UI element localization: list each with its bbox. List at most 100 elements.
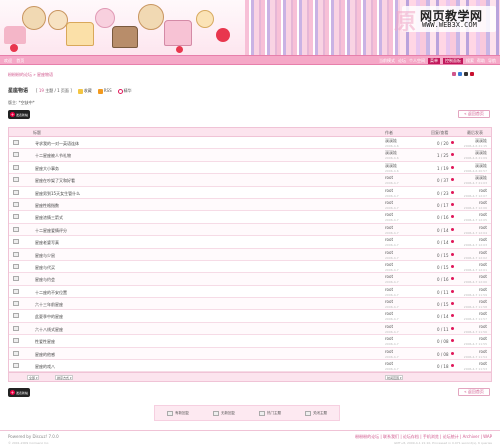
sort-select[interactable]: 排序方式 ▾ (55, 375, 74, 381)
last-poster[interactable]: root (479, 212, 487, 217)
topic-author[interactable]: root (385, 274, 393, 279)
topic-title[interactable]: 星座与少鼠 (35, 253, 55, 259)
powered-by[interactable]: Powered by Discuz! 7.0.0 (8, 434, 59, 439)
last-post-icon[interactable] (451, 326, 454, 330)
topic-author[interactable]: root (385, 361, 393, 366)
last-post-icon[interactable] (451, 351, 454, 355)
last-poster[interactable]: root (479, 225, 487, 230)
last-poster[interactable]: root (479, 311, 487, 316)
last-post-icon[interactable] (451, 227, 454, 231)
topic-title[interactable]: 星座男到15天女生管什么 (35, 191, 80, 197)
last-post-icon[interactable] (451, 240, 454, 244)
style-swatch[interactable] (470, 72, 474, 76)
topic-title[interactable]: 十二星座爱情评分 (35, 228, 67, 234)
nav-navigation[interactable]: 导航 (488, 58, 496, 64)
last-poster[interactable]: root (479, 188, 487, 193)
last-poster[interactable]: root (479, 361, 487, 366)
topic-author[interactable]: root (385, 324, 393, 329)
table-row[interactable]: 星座的戏八 root 2006-4-7 0 / 18 root 2006-4-7 11:5… (9, 360, 491, 373)
last-post-icon[interactable] (451, 190, 454, 194)
last-post-icon[interactable] (451, 215, 454, 219)
style-swatch[interactable] (458, 72, 462, 76)
topic-author[interactable]: root (385, 225, 393, 230)
last-poster[interactable]: root (479, 324, 487, 329)
topic-title[interactable]: 寻求我的一对一英语连体 (35, 141, 79, 147)
last-poster[interactable]: root (479, 287, 487, 292)
digest-link[interactable]: 精华 (117, 88, 132, 94)
topic-title[interactable]: 星座老婆写真 (35, 240, 59, 246)
table-row[interactable]: 此夏季中的星座 root 2006-4-7 0 / 14 root 2006-4-7 11… (9, 310, 491, 323)
topic-author[interactable]: root (385, 212, 393, 217)
last-post-icon[interactable] (451, 302, 454, 306)
last-post-icon[interactable] (451, 141, 454, 144)
nav-control-panel[interactable]: 控制面板 (443, 58, 463, 64)
topic-title[interactable]: 星座的他感 (35, 352, 55, 358)
table-row[interactable]: 十二星座被人节礼物 溪溪娃 2006-4-6 1 / 25 溪溪娃 2006-4-6 21… (9, 149, 491, 162)
topic-title[interactable]: 六十八线式星座 (35, 327, 63, 333)
last-poster[interactable]: root (479, 262, 487, 267)
nav-mode[interactable]: 当前模式 (379, 58, 395, 64)
last-post-icon[interactable] (451, 153, 454, 157)
topic-title[interactable]: 此夏季中的星座 (35, 314, 63, 320)
last-poster[interactable]: root (479, 200, 487, 205)
topic-title[interactable]: 星座大小事务 (35, 166, 59, 172)
new-topic-button[interactable]: + 发表新帖 (8, 110, 30, 119)
topic-author[interactable]: root (385, 287, 393, 292)
last-post-icon[interactable] (451, 202, 454, 206)
new-topic-button-bottom[interactable]: + 发表新帖 (8, 388, 30, 397)
nav-welcome[interactable]: 欢迎 (4, 58, 12, 63)
last-post-icon[interactable] (451, 165, 454, 169)
topic-title[interactable]: 星座与约会 (35, 277, 55, 283)
last-poster[interactable]: root (479, 274, 487, 279)
last-poster[interactable]: root (479, 349, 487, 354)
table-row[interactable]: 十二座的不安位置 root 2006-4-7 0 / 11 root 2006-4-7 1… (9, 286, 491, 299)
table-row[interactable]: 十二星座爱情评分 root 2006-4-7 0 / 14 root 2006-4-7 1… (9, 223, 491, 237)
table-row[interactable]: 星座男到15天女生管什么 root 2006-4-7 0 / 23 root 2006-4… (9, 187, 491, 199)
nav-forum[interactable]: 论坛 (398, 58, 406, 64)
table-row[interactable]: 六十三年前星座 root 2006-4-7 0 / 15 root 2006-4-7 11… (9, 298, 491, 311)
last-post-icon[interactable] (451, 289, 454, 293)
nav-help[interactable]: 帮助 (477, 58, 485, 64)
topic-title[interactable]: 六十三年前星座 (35, 302, 63, 308)
last-poster[interactable]: root (479, 237, 487, 242)
last-post-icon[interactable] (451, 364, 454, 368)
style-swatch[interactable] (452, 72, 456, 76)
topic-author[interactable]: root (385, 311, 393, 316)
nav-menu[interactable]: 菜单 (428, 58, 440, 64)
table-row[interactable]: 星座老婆写真 root 2006-4-7 0 / 14 root 2006-4-7 12:… (9, 236, 491, 249)
back-home-button-bottom[interactable]: « 返回首页 (458, 388, 490, 396)
breadcrumb[interactable]: 粉粉粉的论坛 » 星座物语 (8, 72, 53, 78)
table-row[interactable]: 星座性格指数 root 2006-4-7 0 / 17 root 2006-4-7 12:… (9, 198, 491, 212)
topic-title[interactable]: 星座与代买 (35, 265, 55, 271)
nav-home[interactable]: 首页 (16, 58, 24, 63)
rss-link[interactable]: RSS (97, 88, 112, 94)
nav-search[interactable]: 搜索 (466, 58, 474, 64)
style-swatch[interactable] (464, 72, 468, 76)
table-row[interactable]: 寻求我的一对一英语连体 溪溪娃 2006-4-6 0 / 20 溪溪娃 2006-4-6 … (9, 137, 491, 150)
last-poster[interactable]: root (479, 336, 487, 341)
favorite-link[interactable]: 收藏 (77, 88, 92, 94)
footer-links[interactable]: 粉粉粉的论坛 | 联系我们 | 论坛存档 | 手机浏览 | 论坛统计 | Arc… (355, 434, 492, 440)
last-post-icon[interactable] (451, 264, 454, 268)
table-row[interactable]: 星座在吵架了又和好看 root 2006-4-7 0 / 37 溪溪娃 2006-4-7 … (9, 174, 491, 187)
last-post-icon[interactable] (451, 314, 454, 318)
topic-author[interactable]: root (385, 188, 393, 193)
table-row[interactable]: 星座的他感 root 2006-4-7 0 / 08 root 2006-4-7 11:5… (9, 347, 491, 361)
back-home-button[interactable]: « 返回首页 (458, 110, 490, 118)
topic-author[interactable]: root (385, 299, 393, 304)
topic-title[interactable]: 星座性格指数 (35, 203, 59, 209)
table-row[interactable]: 六十八线式星座 root 2006-4-7 0 / 11 root 2006-4-7 11… (9, 322, 491, 336)
filter-select[interactable]: 全部 ▾ (27, 375, 40, 381)
topic-author[interactable]: root (385, 250, 393, 255)
table-row[interactable]: 星座浓情三箭式 root 2006-4-7 0 / 16 root 2006-4-7 12… (9, 211, 491, 224)
nav-space[interactable]: 个人空间 (409, 58, 425, 64)
topic-author[interactable]: root (385, 175, 393, 180)
topic-title[interactable]: 星座浓情三箭式 (35, 215, 63, 221)
table-row[interactable]: 星座大小事务 溪溪娃 2006-4-6 1 / 19 溪溪娃 2006-4-6 20:57 (9, 162, 491, 175)
last-post-icon[interactable] (451, 339, 454, 343)
table-row[interactable]: 星座与约会 root 2006-4-7 0 / 16 root 2006-4-7 12:0… (9, 273, 491, 286)
table-row[interactable]: 星座与少鼠 root 2006-4-7 0 / 15 root 2006-4-7 12:0… (9, 248, 491, 261)
last-post-icon[interactable] (451, 252, 454, 256)
topic-title[interactable]: 性爱性星座 (35, 339, 55, 345)
table-row[interactable]: 星座与代买 root 2006-4-7 0 / 15 root 2006-4-7 12:0… (9, 261, 491, 274)
